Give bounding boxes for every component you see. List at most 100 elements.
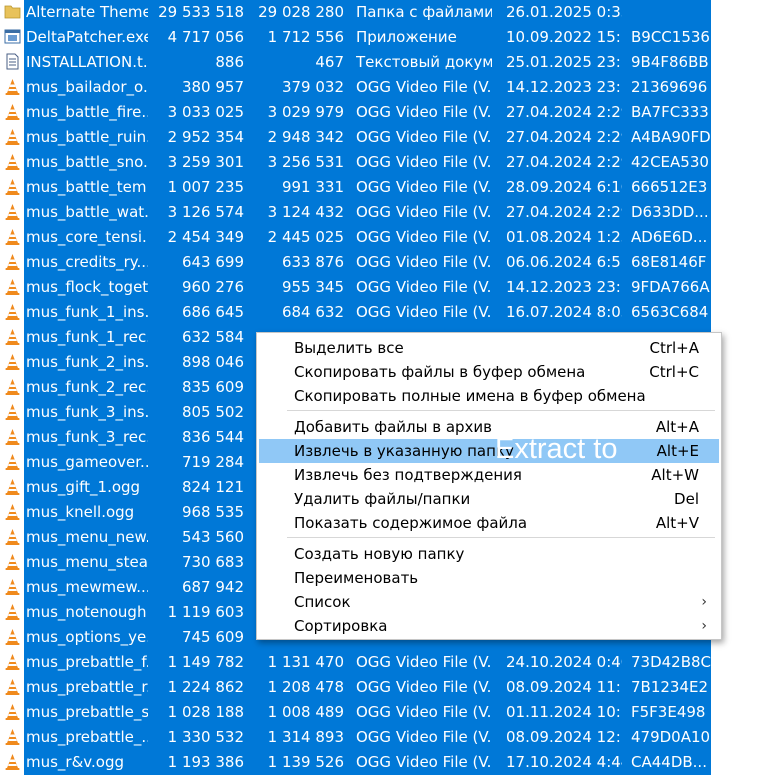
file-name: mus_funk_1_rec... [26,328,148,346]
table-row[interactable]: mus_prebattle_... 1 330 532 1 314 893 OGG V… [0,725,711,750]
file-name: mus_prebattle_f... [26,653,148,671]
table-row[interactable]: mus_prebattle_r... 1 224 862 1 208 478 OGG … [0,675,711,700]
file-name: mus_notenough... [26,603,148,621]
menu-item-delete[interactable]: Удалить файлы/папки Del [259,487,719,511]
file-name: mus_menu_stea... [26,553,148,571]
file-size: 1 119 603 [167,603,244,621]
table-row[interactable]: mus_flock_toget... 960 276 955 345 OGG Vide… [0,275,711,300]
file-name: mus_battle_tem... [26,178,148,196]
modified-date: 10.09.2022 15:... [506,28,622,46]
file-type: OGG Video File (V... [356,653,492,671]
menu-item-select-all[interactable]: Выделить все Ctrl+A [259,336,719,360]
crc-value: 73D42B8C [631,653,711,671]
menu-label: Показать содержимое файла [294,514,528,532]
file-name: mus_battle_sno... [26,153,148,171]
table-row[interactable]: INSTALLATION.t... 886 467 Текстовый докум..… [0,50,711,75]
file-type: OGG Video File (V... [356,278,492,296]
vlc-cone-icon [0,250,24,275]
packed-size: 684 632 [281,303,344,321]
menu-separator [287,537,715,538]
menu-item-add-to-archive[interactable]: Добавить файлы в архив Alt+A [259,415,719,439]
menu-shortcut: Alt+E [656,442,699,460]
table-row[interactable]: mus_battle_fire... 3 033 025 3 029 979 OGG … [0,100,711,125]
table-row[interactable]: mus_r&v.ogg 1 193 386 1 139 526 OGG Video F… [0,750,711,775]
menu-shortcut: Ctrl+A [649,339,699,357]
menu-item-extract-to[interactable]: Извлечь в указанную папку Alt+E [259,439,719,463]
tooltip-extract-to: Extract to [495,433,618,465]
packed-size: 955 345 [281,278,344,296]
menu-label: Скопировать файлы в буфер обмена [294,363,586,381]
crc-value: 9FDA766A [631,278,710,296]
packed-size: 1 208 478 [267,678,344,696]
vlc-cone-icon [0,475,24,500]
packed-size: 3 256 531 [267,153,344,171]
menu-separator [287,410,715,411]
modified-date: 17.10.2024 4:44 [506,753,622,771]
vlc-cone-icon [0,200,24,225]
file-size: 805 502 [181,403,244,421]
menu-item-extract-no-confirm[interactable]: Извлечь без подтверждения Alt+W [259,463,719,487]
menu-item-view-contents[interactable]: Показать содержимое файла Alt+V [259,511,719,535]
modified-date: 27.04.2024 2:29 [506,203,622,221]
menu-item-new-folder[interactable]: Создать новую папку [259,542,719,566]
crc-value: 68E8146F [631,253,707,271]
packed-size: 3 029 979 [267,103,344,121]
modified-date: 16.07.2024 8:03 [506,303,622,321]
table-row[interactable]: mus_battle_ruin... 2 952 354 2 948 342 OGG … [0,125,711,150]
menu-item-copy-files[interactable]: Скопировать файлы в буфер обмена Ctrl+C [259,360,719,384]
vlc-cone-icon [0,75,24,100]
file-name: mus_knell.ogg [26,503,135,521]
menu-shortcut: Alt+A [655,418,699,436]
modified-date: 26.01.2025 0:35 [506,3,622,21]
vlc-cone-icon [0,700,24,725]
packed-size: 1 008 489 [267,703,344,721]
table-row[interactable]: mus_funk_1_ins... 686 645 684 632 OGG Video… [0,300,711,325]
file-name: mus_funk_3_rec... [26,428,148,446]
crc-value: 7B1234E2 [631,678,709,696]
packed-size: 991 331 [281,178,344,196]
file-name: mus_core_tensi... [26,228,148,246]
file-name: mus_prebattle_... [26,728,148,746]
file-name: mus_r&v.ogg [26,753,124,771]
file-type: OGG Video File (V... [356,253,492,271]
menu-shortcut: Del [674,490,699,508]
file-type: OGG Video File (V... [356,153,492,171]
table-row[interactable]: mus_prebattle_f... 1 149 782 1 131 470 OGG … [0,650,711,675]
packed-size: 2 445 025 [267,228,344,246]
file-size: 1 028 188 [167,703,244,721]
menu-item-rename[interactable]: Переименовать [259,566,719,590]
file-size: 960 276 [181,278,244,296]
menu-item-copy-full-names[interactable]: Скопировать полные имена в буфер обмена [259,384,719,408]
file-size: 745 609 [181,628,244,646]
table-row[interactable]: mus_prebattle_s... 1 028 188 1 008 489 OGG … [0,700,711,725]
menu-label: Сортировка [294,617,388,635]
file-type: OGG Video File (V... [356,103,492,121]
packed-size: 467 [315,53,344,71]
file-name: mus_funk_2_ins... [26,353,148,371]
table-row[interactable]: mus_core_tensi... 2 454 349 2 445 025 OGG V… [0,225,711,250]
file-size: 543 560 [181,528,244,546]
file-type: Приложение [356,28,457,46]
table-row[interactable]: mus_credits_ry... 643 699 633 876 OGG Video… [0,250,711,275]
vlc-cone-icon [0,750,24,775]
menu-item-view-mode[interactable]: Список › [259,590,719,614]
file-size: 687 942 [181,578,244,596]
file-name: mus_flock_toget... [26,278,148,296]
crc-value: D633DD... [631,203,709,221]
table-row[interactable]: mus_battle_wat... 3 126 574 3 124 432 OGG V… [0,200,711,225]
table-row[interactable]: DeltaPatcher.exe 4 717 056 1 712 556 Прилож… [0,25,711,50]
menu-item-sort[interactable]: Сортировка › [259,614,719,638]
packed-size: 29 028 280 [258,3,344,21]
menu-label: Удалить файлы/папки [294,490,471,508]
table-row[interactable]: mus_battle_sno... 3 259 301 3 256 531 OGG V… [0,150,711,175]
crc-value: F5F3E498 [631,703,706,721]
file-size: 380 957 [181,78,244,96]
table-row[interactable]: mus_bailador_o... 380 957 379 032 OGG Video… [0,75,711,100]
table-row[interactable]: Alternate Themes 29 533 518 29 028 280 Папк… [0,0,711,25]
file-type: OGG Video File (V... [356,203,492,221]
file-name: INSTALLATION.t... [26,53,148,71]
vlc-cone-icon [0,300,24,325]
menu-label: Список [294,593,351,611]
file-size: 2 952 354 [167,128,244,146]
table-row[interactable]: mus_battle_tem... 1 007 235 991 331 OGG Vid… [0,175,711,200]
